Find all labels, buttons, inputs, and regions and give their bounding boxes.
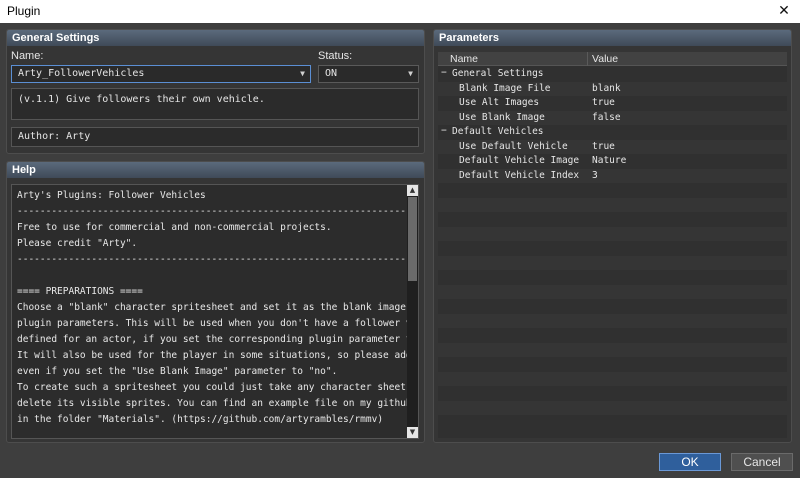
column-divider[interactable] <box>587 52 588 66</box>
parameter-value: true <box>592 140 615 152</box>
close-icon[interactable]: ✕ <box>776 2 792 20</box>
empty-row <box>438 284 787 299</box>
scrollbar-thumb[interactable] <box>408 197 417 281</box>
parameter-name: Use Blank Image <box>459 111 545 123</box>
empty-row <box>438 400 787 415</box>
parameter-name: General Settings <box>452 68 544 79</box>
collapse-icon[interactable]: − <box>441 67 447 78</box>
parameter-value: true <box>592 97 615 108</box>
parameter-value: blank <box>592 82 621 94</box>
plugin-name-value: Arty_FollowerVehicles <box>18 68 145 79</box>
chevron-down-icon: ▼ <box>300 69 305 78</box>
parameter-row[interactable]: Blank Image File blank <box>438 81 787 96</box>
empty-row <box>438 313 787 328</box>
help-header: Help <box>7 162 424 178</box>
help-panel: Help Arty's Plugins: Follower Vehicles -… <box>6 161 425 443</box>
parameter-row[interactable]: Default Vehicle Image Nature <box>438 154 787 169</box>
parameters-panel: Parameters Name Value − General Settings B… <box>433 29 792 443</box>
parameter-row[interactable]: Use Default Vehicle true <box>438 139 787 154</box>
parameter-name: Default Vehicle Index <box>459 169 580 181</box>
empty-row <box>438 371 787 386</box>
column-value-header[interactable]: Value <box>592 53 618 65</box>
help-text: Arty's Plugins: Follower Vehicles ------… <box>17 190 418 425</box>
parameter-row[interactable]: Use Alt Images true <box>438 96 787 111</box>
parameter-value: 3 <box>592 169 598 181</box>
general-settings-panel: General Settings Name: Arty_FollowerVehi… <box>6 29 425 154</box>
column-name-header[interactable]: Name <box>450 53 478 65</box>
empty-row <box>438 299 787 314</box>
parameters-header-row: Name Value <box>438 52 787 66</box>
author-field: Author: Arty <box>11 127 419 147</box>
status-select[interactable]: ON ▼ <box>318 65 419 83</box>
parameter-name: Default Vehicle Image <box>459 155 580 166</box>
empty-row <box>438 357 787 372</box>
dialog-body: General Settings Name: Arty_FollowerVehi… <box>0 23 800 478</box>
title-bar: Plugin ✕ <box>0 0 800 23</box>
parameters-table: Name Value − General Settings Blank Image … <box>438 52 787 438</box>
parameter-value: false <box>592 111 621 123</box>
empty-row <box>438 386 787 401</box>
empty-row <box>438 197 787 212</box>
parameter-name: Use Alt Images <box>459 97 540 108</box>
help-text-area[interactable]: Arty's Plugins: Follower Vehicles ------… <box>11 184 419 439</box>
parameter-group-row[interactable]: − General Settings <box>438 67 787 82</box>
empty-row <box>438 328 787 343</box>
parameter-name: Blank Image File <box>459 82 551 94</box>
empty-row <box>438 226 787 241</box>
empty-row <box>438 342 787 357</box>
empty-row <box>438 415 787 430</box>
scroll-down-icon[interactable]: ▼ <box>407 427 418 438</box>
empty-row <box>438 270 787 285</box>
help-scrollbar[interactable]: ▲ ▼ <box>407 185 418 438</box>
window-title: Plugin <box>7 4 41 18</box>
general-settings-header: General Settings <box>7 30 424 46</box>
status-label: Status: <box>318 50 353 62</box>
parameter-name: Default Vehicles <box>452 126 544 137</box>
scroll-up-icon[interactable]: ▲ <box>407 185 418 196</box>
description-field[interactable]: (v.1.1) Give followers their own vehicle… <box>11 88 419 120</box>
parameter-row[interactable]: Default Vehicle Index 3 <box>438 168 787 183</box>
name-label: Name: <box>11 50 44 62</box>
collapse-icon[interactable]: − <box>441 125 447 136</box>
ok-button[interactable]: OK <box>659 453 721 471</box>
parameter-value: Nature <box>592 155 627 166</box>
parameter-name: Use Default Vehicle <box>459 140 568 152</box>
chevron-down-icon: ▼ <box>408 69 413 78</box>
parameter-group-row[interactable]: − Default Vehicles <box>438 125 787 140</box>
empty-row <box>438 255 787 270</box>
cancel-button[interactable]: Cancel <box>731 453 793 471</box>
parameter-row[interactable]: Use Blank Image false <box>438 110 787 125</box>
empty-row <box>438 241 787 256</box>
empty-row <box>438 212 787 227</box>
empty-row <box>438 183 787 198</box>
plugin-name-select[interactable]: Arty_FollowerVehicles ▼ <box>11 65 311 83</box>
parameters-header: Parameters <box>434 30 791 46</box>
status-value: ON <box>325 68 338 79</box>
